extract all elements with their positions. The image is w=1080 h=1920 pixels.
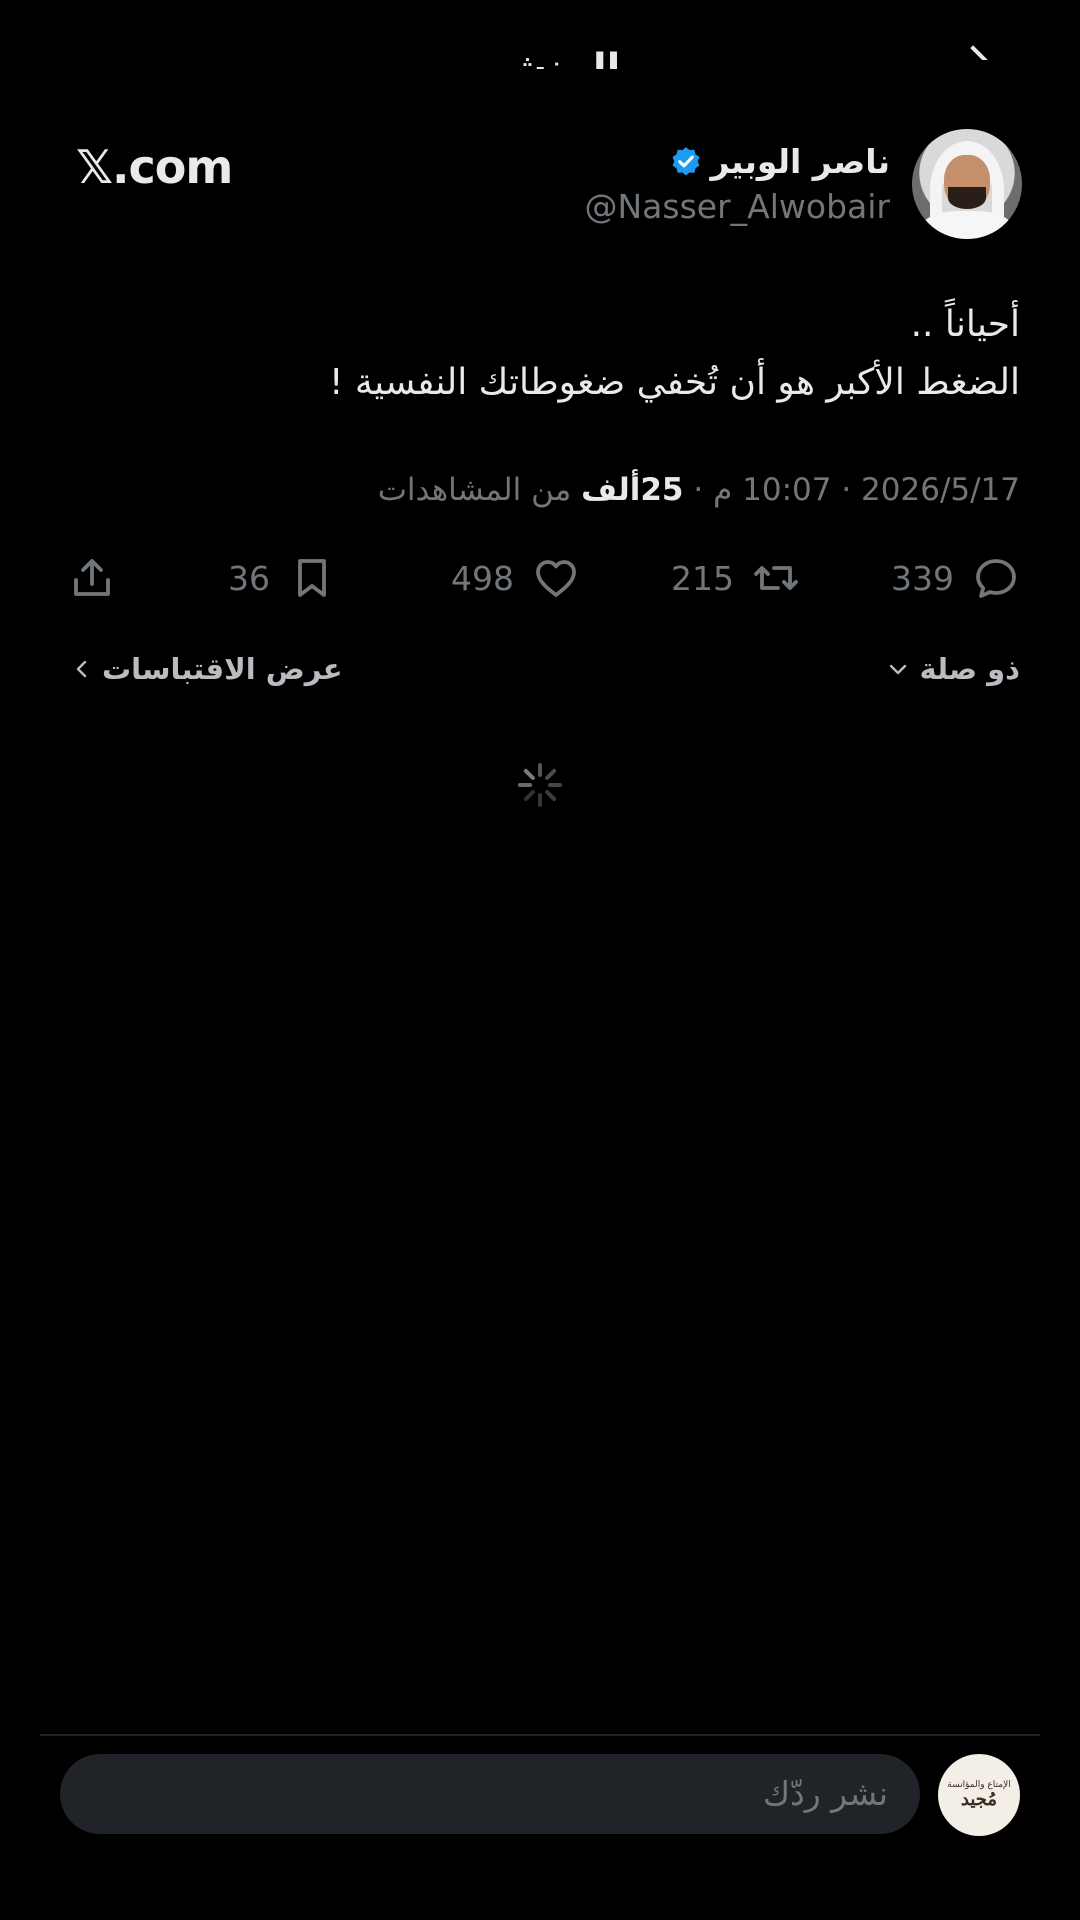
author-avatar[interactable] [912,129,1022,239]
chevron-left-icon [76,660,87,678]
action-bar: 339 215 498 36 [60,546,1020,610]
views-count[interactable]: 25ألف [581,472,683,508]
author-display-name[interactable]: ناصر الوبير [711,142,890,181]
author-names: ناصر الوبير @Nasser_Alwobair [585,142,891,226]
verified-badge-icon [672,146,699,175]
like-count: 498 [451,558,514,598]
sub-row: ذو صلة عرض الاقتباسات [60,652,1020,698]
view-quotes-link[interactable]: عرض الاقتباسات [70,652,343,686]
meta-separator: · [841,472,852,508]
bookmark-count: 36 [228,558,270,598]
related-filter[interactable]: ذو صلة [886,652,1020,686]
tweet-time[interactable]: 10:07 م [713,472,831,508]
loading-spinner-icon [518,763,562,807]
repost-count: 215 [671,558,734,598]
view-quotes-label: عرض الاقتباسات [102,652,343,686]
views-label: من المشاهدات [377,472,572,508]
related-label: ذو صلة [919,652,1020,686]
bookmark-button[interactable]: 36 [228,546,336,610]
tweet-meta: 2026/5/17 · 10:07 م · 25ألف من المشاهدات [60,472,1020,508]
bookmark-icon [298,559,326,597]
share-button[interactable] [68,546,116,610]
repost-icon [754,566,798,590]
page-title: المنشور [459,46,621,90]
author-handle[interactable]: @Nasser_Alwobair [585,187,891,226]
reply-icon [976,559,1016,598]
tweet-line-1: أحياناً .. [910,304,1020,345]
tweet-line-2: الضغط الأكبر هو أن تُخفي ضغوطاتك النفسية… [329,362,1020,403]
top-bar: المنشور [0,0,1080,90]
tweet-text: أحياناً .. الضغط الأكبر هو أن تُخفي ضغوط… [60,296,1020,412]
tweet-page: المنشور 𝕏.com ناصر الوبير @Nasser_Alwoba… [0,0,1080,1920]
reply-count: 339 [891,558,954,598]
brand-logo: 𝕏.com [76,140,233,194]
heart-icon [536,560,576,597]
current-user-avatar[interactable]: الإمتاع والمؤانسة مُجيد [938,1754,1020,1836]
repost-button[interactable]: 215 [671,546,800,610]
chevron-down-icon [889,664,906,675]
reply-divider [40,1734,1040,1736]
like-button[interactable]: 498 [451,546,580,610]
author-block[interactable]: ناصر الوبير @Nasser_Alwobair [585,128,1022,240]
share-icon [74,559,110,596]
reply-input[interactable]: نشر ردّك [60,1754,920,1834]
reply-button[interactable]: 339 [891,546,1020,610]
tweet-date[interactable]: 2026/5/17 [861,472,1020,508]
meta-separator: · [693,472,704,508]
avatar-text-big: مُجيد [960,1789,998,1810]
